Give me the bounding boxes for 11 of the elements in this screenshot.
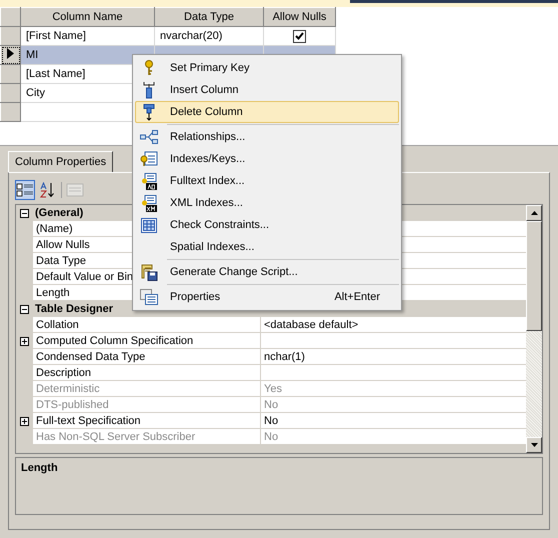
property-name: DTS-published	[33, 397, 261, 413]
property-name: Computed Column Specification	[33, 333, 261, 349]
description-title: Length	[21, 462, 58, 474]
property-name: Deterministic	[33, 381, 261, 397]
property-name: Description	[33, 365, 261, 381]
property-name: Has Non-SQL Server Subscriber	[33, 429, 261, 445]
property-name: Collation	[33, 317, 261, 333]
category-label: (General)	[34, 206, 84, 221]
property-name: Condensed Data Type	[33, 349, 261, 365]
category-label: Table Designer	[34, 302, 114, 317]
property-name: Full-text Specification	[33, 413, 261, 429]
